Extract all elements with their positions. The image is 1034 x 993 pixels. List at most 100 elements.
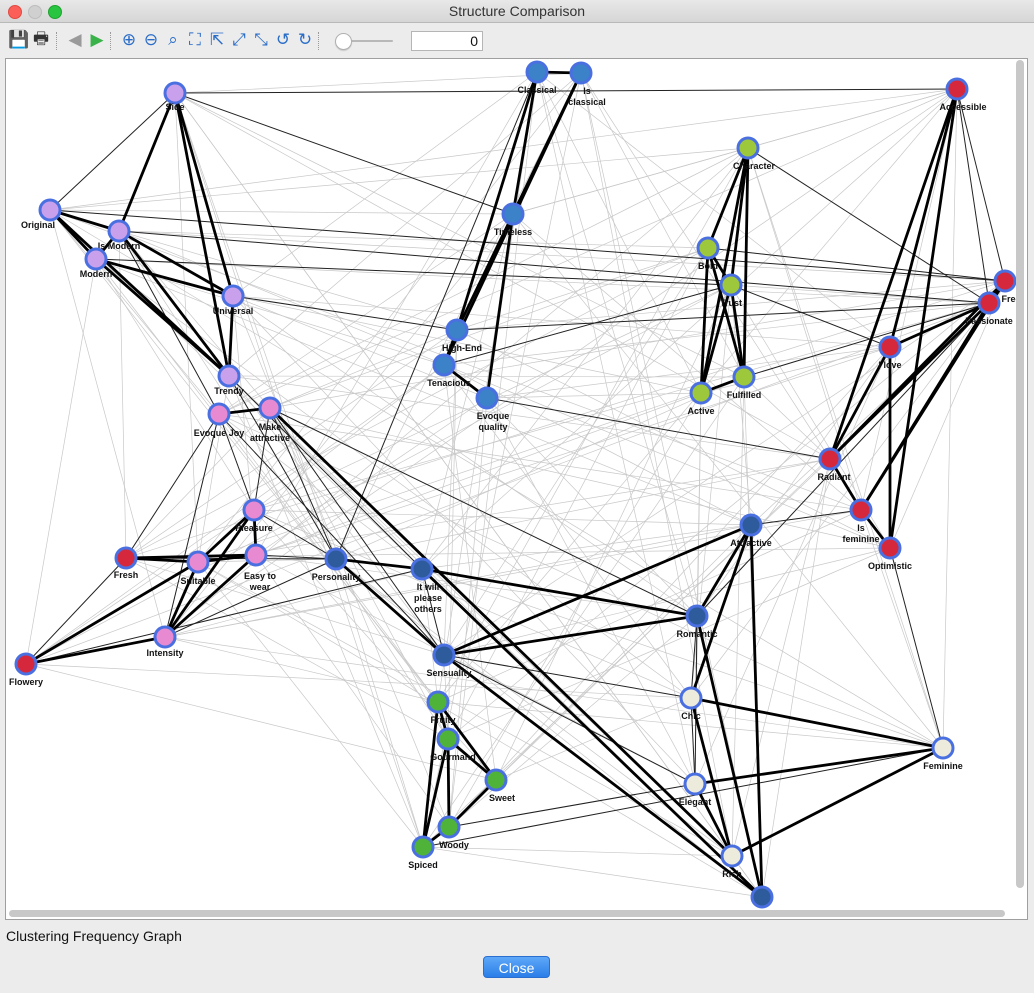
- node-side[interactable]: Side: [163, 81, 187, 112]
- node-circle[interactable]: [525, 60, 549, 84]
- node-circle[interactable]: [426, 690, 450, 714]
- node-circle[interactable]: [679, 686, 703, 710]
- close-button[interactable]: Close: [483, 956, 550, 978]
- node-character[interactable]: Character: [733, 136, 776, 171]
- node-circle[interactable]: [14, 652, 38, 676]
- node-circle[interactable]: [878, 335, 902, 359]
- node-fulfilled[interactable]: Fulfilled: [727, 365, 762, 400]
- node-circle[interactable]: [436, 727, 460, 751]
- node-circle[interactable]: [696, 236, 720, 260]
- weak-edge: [437, 509, 862, 703]
- node-circle[interactable]: [931, 736, 955, 760]
- node-circle[interactable]: [445, 318, 469, 342]
- zoom-value-field[interactable]: 0: [411, 31, 483, 51]
- node-accessible[interactable]: Accessible: [939, 77, 987, 112]
- node-high-end[interactable]: High-End: [442, 318, 482, 353]
- network-graph[interactable]: Side Original Is Modern Modern Universal Tren…: [6, 59, 1027, 919]
- node-circle[interactable]: [207, 402, 231, 426]
- node-circle[interactable]: [432, 643, 456, 667]
- node-label: Accessible: [939, 102, 986, 112]
- node-circle[interactable]: [163, 81, 187, 105]
- node-active[interactable]: Active: [687, 381, 715, 416]
- node-circle[interactable]: [685, 604, 709, 628]
- node-circle[interactable]: [221, 284, 245, 308]
- node-circle[interactable]: [84, 247, 108, 271]
- node-circle[interactable]: [736, 136, 760, 160]
- node-evoque-joy[interactable]: Evoque Joy: [194, 402, 245, 438]
- back-icon[interactable]: ◀: [64, 29, 86, 51]
- weak-edge: [421, 213, 514, 570]
- node-circle[interactable]: [475, 386, 499, 410]
- node-circle[interactable]: [732, 365, 756, 389]
- node-circle[interactable]: [114, 546, 138, 570]
- node-circle[interactable]: [437, 815, 461, 839]
- rotate-left-icon[interactable]: ↺: [272, 29, 294, 51]
- graph-canvas[interactable]: Side Original Is Modern Modern Universal Tren…: [5, 58, 1028, 920]
- node-bold[interactable]: Bold: [696, 236, 720, 271]
- weak-edge: [335, 558, 424, 848]
- node-circle[interactable]: [258, 396, 282, 420]
- node-easy-to-wear[interactable]: Easy towear: [244, 543, 277, 592]
- node-circle[interactable]: [878, 536, 902, 560]
- node-label: Fresh: [114, 570, 139, 580]
- node-circle[interactable]: [432, 353, 456, 377]
- node-bottom[interactable]: [750, 885, 774, 909]
- node-i-love[interactable]: I love: [878, 335, 902, 370]
- node-circle[interactable]: [849, 498, 873, 522]
- node-trust[interactable]: Trust: [719, 273, 743, 308]
- node-circle[interactable]: [683, 772, 707, 796]
- zoom-fit-icon[interactable]: ⌕: [162, 29, 184, 51]
- move-to-top-icon[interactable]: ⇱: [206, 29, 228, 51]
- expand-icon[interactable]: ⤢: [228, 29, 250, 51]
- fit-all-icon[interactable]: ⛶: [184, 29, 206, 51]
- node-label: Fulfilled: [727, 390, 762, 400]
- zoom-in-icon[interactable]: ⊕: [118, 29, 140, 51]
- node-rich[interactable]: Rich: [720, 844, 744, 879]
- vertical-scrollbar[interactable]: [1016, 60, 1024, 888]
- node-spiced[interactable]: Spiced: [408, 835, 438, 870]
- save-icon[interactable]: 💾: [8, 29, 30, 51]
- node-elegant[interactable]: Elegant: [679, 772, 712, 807]
- node-circle[interactable]: [993, 269, 1017, 293]
- node-circle[interactable]: [38, 198, 62, 222]
- node-circle[interactable]: [739, 513, 763, 537]
- node-circle[interactable]: [750, 885, 774, 909]
- node-circle[interactable]: [324, 547, 348, 571]
- node-circle[interactable]: [569, 61, 593, 85]
- node-circle[interactable]: [217, 364, 241, 388]
- rotate-right-icon[interactable]: ↻: [294, 29, 316, 51]
- node-original[interactable]: Original: [21, 198, 62, 230]
- node-circle[interactable]: [945, 77, 969, 101]
- node-circle[interactable]: [689, 381, 713, 405]
- zoom-out-icon[interactable]: ⊖: [140, 29, 162, 51]
- node-circle[interactable]: [501, 202, 525, 226]
- node-romantic[interactable]: Romantic: [676, 604, 718, 639]
- weak-edge: [421, 88, 958, 570]
- node-circle[interactable]: [977, 291, 1001, 315]
- node-circle[interactable]: [186, 550, 210, 574]
- print-icon[interactable]: 🖶: [30, 29, 52, 51]
- zoom-slider-thumb[interactable]: [335, 33, 352, 50]
- node-circle[interactable]: [484, 768, 508, 792]
- node-circle[interactable]: [153, 625, 177, 649]
- horizontal-scrollbar[interactable]: [9, 910, 1005, 917]
- node-woody[interactable]: Woody: [437, 815, 469, 850]
- node-fresh[interactable]: Fresh: [114, 546, 139, 580]
- node-circle[interactable]: [720, 844, 744, 868]
- node-tenacious[interactable]: Tenacious: [427, 353, 471, 388]
- node-circle[interactable]: [242, 498, 266, 522]
- node-radiant[interactable]: Radiant: [817, 447, 851, 482]
- node-circle[interactable]: [818, 447, 842, 471]
- node-circle[interactable]: [107, 219, 131, 243]
- node-pleasure[interactable]: Pleasure: [235, 498, 273, 533]
- collapse-icon[interactable]: ⤡: [250, 29, 272, 51]
- node-chic[interactable]: Chic: [679, 686, 703, 721]
- node-circle[interactable]: [410, 557, 434, 581]
- forward-icon[interactable]: ▶: [86, 29, 108, 51]
- node-intensity[interactable]: Intensity: [146, 625, 184, 658]
- node-circle[interactable]: [719, 273, 743, 297]
- node-circle[interactable]: [244, 543, 268, 567]
- node-classical[interactable]: Classical: [517, 60, 557, 95]
- node-circle[interactable]: [411, 835, 435, 859]
- node-flowery[interactable]: Flowery: [9, 652, 43, 687]
